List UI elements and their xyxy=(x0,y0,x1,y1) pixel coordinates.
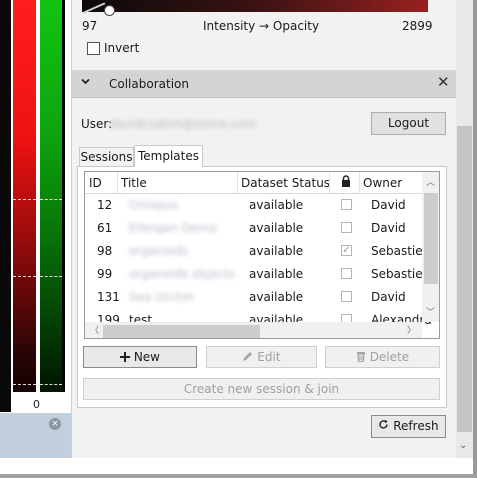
red-bar-marker xyxy=(13,199,36,200)
column-header-owner[interactable]: Owner xyxy=(363,176,402,190)
green-bar-marker xyxy=(40,276,62,277)
refresh-button[interactable]: Refresh xyxy=(371,415,446,438)
column-divider xyxy=(359,172,360,193)
chevron-left-icon[interactable]: 〈 xyxy=(90,326,99,336)
row-status: available xyxy=(249,221,304,235)
logout-button[interactable]: Logout xyxy=(371,112,446,135)
refresh-icon xyxy=(378,416,389,437)
delete-button-label: Delete xyxy=(369,350,410,364)
close-icon[interactable]: ✕ xyxy=(437,74,450,90)
row-id: 98 xyxy=(97,244,113,258)
close-circle-icon[interactable]: × xyxy=(49,418,61,430)
intensity-gradient[interactable] xyxy=(82,0,428,12)
row-owner: David xyxy=(371,198,406,212)
row-title: organoids objects xyxy=(129,267,236,281)
row-title: Ellergan Demo xyxy=(129,221,218,235)
column-divider xyxy=(237,172,238,193)
window-shadow xyxy=(473,0,477,478)
black-channel-bar xyxy=(0,0,11,412)
red-bar-marker xyxy=(13,384,36,385)
row-lock-checkbox[interactable] xyxy=(341,268,352,279)
row-title: Oniopus xyxy=(129,198,179,212)
bar-edge xyxy=(62,0,65,392)
table-row[interactable]: 12 Oniopus available David xyxy=(85,194,422,217)
column-header-id[interactable]: ID xyxy=(89,176,102,190)
row-lock-checkbox[interactable] xyxy=(341,291,352,302)
row-owner: David xyxy=(371,221,406,235)
row-title: organoids xyxy=(129,244,189,258)
row-title: Sea Urchin xyxy=(129,290,194,304)
chevron-down-icon[interactable]: ⌄ xyxy=(459,440,467,451)
row-lock-checkbox[interactable] xyxy=(341,222,352,233)
row-id: 12 xyxy=(97,198,113,212)
green-bar-marker xyxy=(40,384,62,385)
invert-label: Invert xyxy=(104,41,140,55)
row-lock-checkbox[interactable]: ✓ xyxy=(341,245,352,256)
tab-sessions[interactable]: Sessions xyxy=(79,147,134,166)
user-label: User: xyxy=(81,117,113,131)
chevron-right-icon[interactable]: 〉 xyxy=(407,326,416,336)
red-channel-bar[interactable] xyxy=(13,0,36,392)
row-id: 131 xyxy=(97,290,120,304)
delete-button[interactable]: Delete xyxy=(325,346,440,368)
new-button-label: New xyxy=(133,350,160,364)
table-row[interactable]: 98 organoids available ✓ Sebastien xyxy=(85,240,430,263)
chevron-up-icon[interactable]: ︿ xyxy=(426,178,435,188)
table-row[interactable]: 61 Ellergan Demo available David xyxy=(85,217,422,240)
row-id: 99 xyxy=(97,267,113,281)
dock-scrollbar-thumb[interactable] xyxy=(457,126,472,432)
invert-checkbox[interactable] xyxy=(87,42,100,55)
create-session-join-button[interactable]: Create new session & join xyxy=(83,378,440,400)
user-email: davidcsdbm@stone.com xyxy=(109,117,257,131)
row-owner: David xyxy=(371,290,406,304)
green-channel-bar[interactable] xyxy=(40,0,62,392)
refresh-button-label: Refresh xyxy=(393,419,439,433)
red-bar-marker xyxy=(13,276,36,277)
row-status: available xyxy=(249,290,304,304)
chevron-down-icon[interactable]: ﹀ xyxy=(426,308,435,318)
table-horizontal-scroll-thumb[interactable] xyxy=(103,325,260,338)
column-divider xyxy=(329,172,330,193)
channel-panel: 0 × xyxy=(0,0,71,478)
opacity-control-point[interactable] xyxy=(104,5,115,16)
edit-button-label: Edit xyxy=(257,350,281,364)
column-header-title[interactable]: Title xyxy=(121,176,147,190)
row-status: available xyxy=(249,244,304,258)
window-shadow xyxy=(0,474,477,478)
column-divider xyxy=(117,172,118,193)
left-panel-footer xyxy=(0,413,71,458)
row-id: 61 xyxy=(97,221,113,235)
trash-icon xyxy=(356,348,366,368)
edit-button[interactable]: Edit xyxy=(206,346,317,368)
channel-zero-label: 0 xyxy=(33,398,40,411)
tab-templates[interactable]: Templates xyxy=(134,145,203,166)
column-header-status[interactable]: Dataset Status xyxy=(241,176,330,190)
table-row[interactable]: 131 Sea Urchin available David xyxy=(85,286,422,309)
green-bar-marker xyxy=(40,199,62,200)
intensity-axis-label: Intensity → Opacity xyxy=(203,19,320,33)
pencil-icon xyxy=(242,348,253,368)
active-tab-underlay xyxy=(135,165,202,167)
lock-icon[interactable] xyxy=(341,175,351,190)
row-status: available xyxy=(249,198,304,212)
chevron-down-icon[interactable] xyxy=(80,76,91,90)
table-row[interactable]: 99 organoids objects available Sebastien xyxy=(85,263,430,286)
intensity-min-label: 97 xyxy=(82,19,98,33)
templates-table[interactable]: ID Title Dataset Status Owner 12 Oniopus… xyxy=(84,171,440,339)
row-lock-checkbox[interactable] xyxy=(341,199,352,210)
collaboration-title: Collaboration xyxy=(109,77,189,91)
intensity-max-label: 2899 xyxy=(402,19,433,33)
table-header: ID Title Dataset Status Owner xyxy=(85,172,439,194)
table-vertical-scroll-thumb[interactable] xyxy=(424,193,438,284)
new-button[interactable]: New xyxy=(83,346,197,368)
plus-icon xyxy=(119,348,130,368)
row-status: available xyxy=(249,267,304,281)
